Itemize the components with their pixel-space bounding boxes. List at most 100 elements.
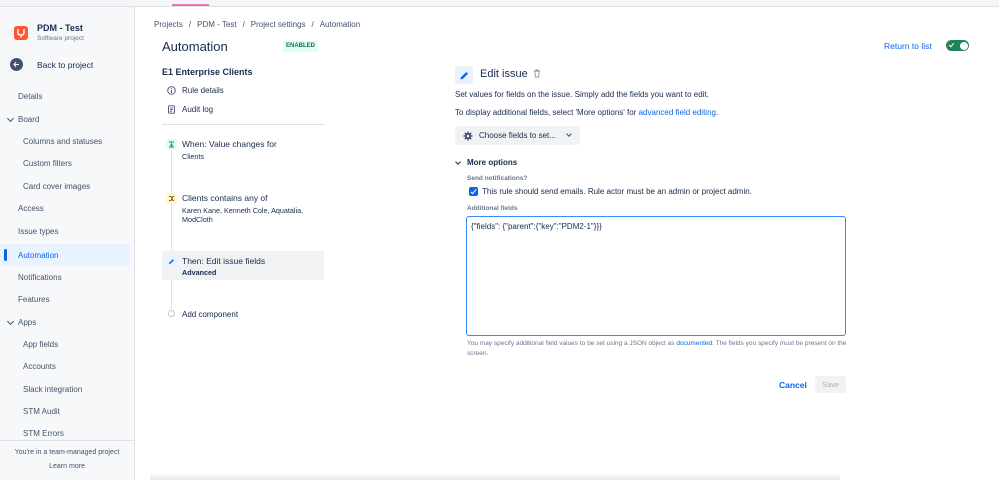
send-notifications-checkbox[interactable]: [469, 187, 478, 196]
sidebar-item-label: Notifications: [18, 272, 62, 282]
sidebar-item-custom-filters[interactable]: Custom filters: [0, 152, 130, 174]
audit-log-link[interactable]: Audit log: [167, 105, 213, 114]
chevron-down-icon: [6, 114, 15, 123]
sidebar-item-label: Issue types: [18, 226, 59, 236]
sidebar-item-label: Custom filters: [23, 158, 72, 168]
condition-step-title: Clients contains any of: [182, 193, 268, 203]
timeline-line: [171, 150, 172, 313]
chevron-down-icon: [455, 158, 461, 165]
sidebar-item-label: Automation: [18, 250, 59, 260]
breadcrumb-project-settings[interactable]: Project settings: [251, 20, 306, 29]
breadcrumb-project[interactable]: PDM - Test: [197, 20, 236, 29]
send-notifications-text: This rule should send emails. Rule actor…: [482, 187, 752, 196]
sidebar-item-card-cover-images[interactable]: Card cover images: [0, 175, 130, 197]
sidebar-item-slack-integration[interactable]: Slack integration: [0, 378, 130, 400]
choose-fields-label: Choose fields to set...: [479, 131, 556, 140]
sidebar-item-columns-and-statuses[interactable]: Columns and statuses: [0, 130, 130, 152]
sidebar-item-stm-audit[interactable]: STM Audit: [0, 400, 130, 422]
sidebar-item-label: Apps: [18, 317, 37, 327]
trigger-icon: [166, 139, 177, 150]
condition-step[interactable]: Clients contains any of Karen Kane, Kenn…: [162, 190, 324, 230]
rule-details-link[interactable]: Rule details: [167, 86, 224, 95]
pencil-icon: [166, 256, 177, 267]
sidebar-item-app-fields[interactable]: App fields: [0, 333, 130, 355]
choose-fields-dropdown[interactable]: Choose fields to set...: [455, 126, 580, 145]
divider: [162, 124, 325, 125]
sidebar-item-features[interactable]: Features: [0, 288, 130, 310]
sidebar-item-label: App fields: [23, 339, 59, 349]
top-bar: [0, 0, 999, 7]
arrow-left-icon: [10, 58, 23, 71]
breadcrumb-projects[interactable]: Projects: [154, 20, 183, 29]
sidebar-item-label: Board: [18, 114, 40, 124]
sidebar-item-notifications[interactable]: Notifications: [0, 266, 130, 288]
sidebar-item-label: Columns and statuses: [23, 136, 103, 146]
rule-name: E1 Enterprise Clients: [162, 67, 253, 77]
sidebar-item-details[interactable]: Details: [0, 85, 130, 107]
trigger-step[interactable]: When: Value changes for Clients: [162, 136, 324, 166]
sidebar-item-label: Card cover images: [23, 181, 91, 191]
editor-description-2: To display additional fields, select 'Mo…: [455, 108, 718, 117]
gear-icon: [463, 130, 473, 141]
team-managed-text: You're in a team-managed project: [14, 449, 120, 456]
help-text: You may specify additional field values …: [467, 340, 677, 347]
trigger-step-detail: Clients: [182, 152, 204, 161]
additional-fields-input[interactable]: [466, 216, 846, 336]
check-icon: [948, 41, 955, 48]
sidebar-item-label: STM Audit: [23, 406, 60, 416]
rule-details-label: Rule details: [182, 86, 224, 95]
breadcrumb-separator: /: [311, 20, 314, 29]
editor-description: Set values for fields on the issue. Simp…: [455, 90, 709, 99]
project-type: Software project: [37, 35, 84, 42]
back-to-project-button[interactable]: Back to project: [10, 58, 93, 71]
condition-icon: [166, 193, 177, 204]
save-button[interactable]: Save: [815, 376, 846, 393]
documented-link[interactable]: documented: [676, 340, 712, 347]
sidebar-item-label: STM Errors: [23, 428, 64, 438]
trash-icon[interactable]: [533, 69, 541, 78]
status-badge: ENABLED: [283, 41, 319, 52]
sidebar-item-board[interactable]: Board: [0, 108, 130, 130]
back-to-project-label: Back to project: [37, 59, 94, 70]
toggle-knob: [959, 41, 968, 50]
advanced-field-editing-link[interactable]: advanced field editing: [639, 108, 716, 117]
action-step-detail: Advanced: [182, 268, 217, 277]
condition-step-detail-2: ModCloth: [182, 215, 213, 224]
audit-log-icon: [168, 105, 175, 114]
sidebar-item-label: Accounts: [23, 361, 56, 371]
chevron-down-icon: [6, 317, 15, 326]
additional-fields-help: You may specify additional field values …: [467, 339, 847, 358]
top-bar-accent: [172, 4, 209, 6]
condition-step-detail: Karen Kane, Kenneth Cole, Aquatalia,: [182, 206, 304, 215]
editor-description-text: To display additional fields, select 'Mo…: [455, 108, 639, 117]
sidebar-item-label: Access: [18, 203, 44, 213]
sidebar-item-label: Slack integration: [23, 384, 83, 394]
info-icon: [167, 86, 176, 95]
sidebar-item-label: Details: [18, 91, 43, 101]
sidebar-item-issue-types[interactable]: Issue types: [0, 220, 130, 242]
bottom-panel-shadow: [150, 472, 840, 480]
page-title: Automation: [162, 39, 228, 54]
sidebar-item-accounts[interactable]: Accounts: [0, 355, 130, 377]
cancel-button[interactable]: Cancel: [775, 376, 811, 393]
breadcrumb: Projects / PDM - Test / Project settings…: [154, 20, 366, 29]
project-name: PDM - Test: [37, 23, 83, 33]
sidebar-item-apps[interactable]: Apps: [0, 311, 130, 333]
breadcrumb-separator: /: [242, 20, 245, 29]
editor-description-suffix: .: [715, 108, 719, 117]
learn-more-link[interactable]: Learn more: [0, 463, 134, 470]
sidebar-item-access[interactable]: Access: [0, 197, 130, 219]
breadcrumb-automation[interactable]: Automation: [320, 20, 360, 29]
chevron-down-icon: [566, 131, 572, 137]
sidebar-item-automation[interactable]: Automation: [0, 244, 130, 266]
sidebar-footer: You're in a team-managed project Learn m…: [0, 440, 134, 480]
breadcrumb-separator: /: [188, 20, 192, 29]
additional-fields-label: Additional fields: [467, 205, 518, 212]
add-component-link[interactable]: Add component: [182, 310, 238, 319]
action-step[interactable]: Then: Edit issue fields Advanced: [162, 251, 324, 280]
more-options-toggle[interactable]: More options: [455, 158, 517, 167]
sidebar-item-label: Features: [18, 294, 50, 304]
return-to-list-link[interactable]: Return to list: [884, 41, 932, 51]
send-notifications-label: Send notifications?: [467, 175, 528, 182]
rule-enabled-toggle[interactable]: [946, 40, 969, 51]
